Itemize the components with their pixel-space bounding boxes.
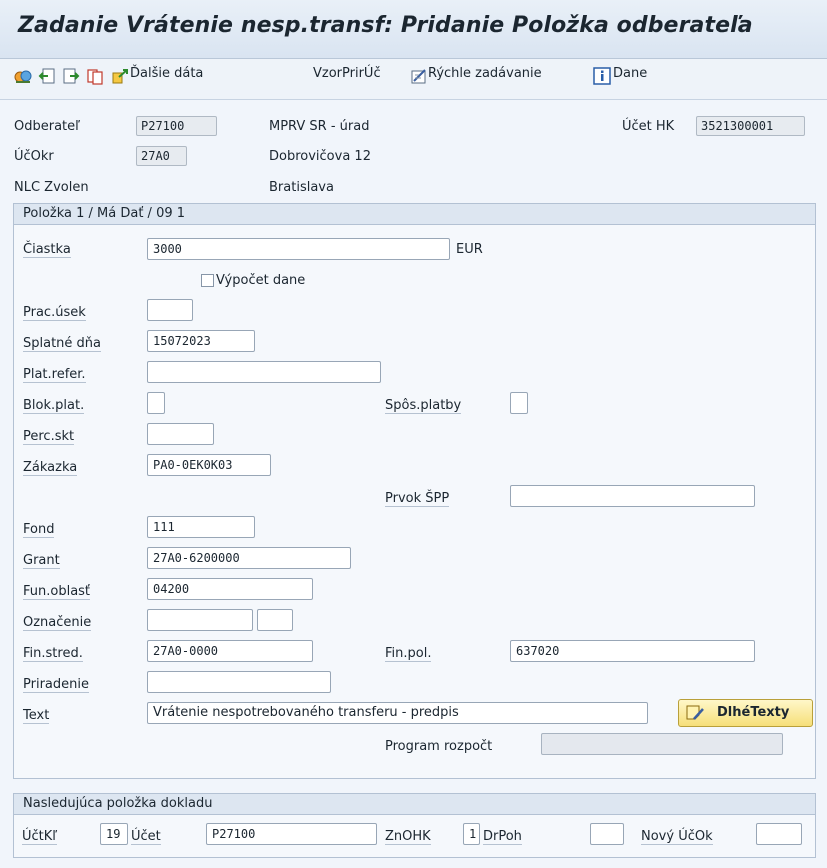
ucokr-field: 27A0 xyxy=(136,146,187,166)
perc-skt-label: Perc.skt xyxy=(23,429,75,445)
spos-platby-label: Spôs.platby xyxy=(385,398,462,414)
copy-icon[interactable] xyxy=(86,67,104,85)
vypocet-dane-label: Výpočet dane xyxy=(216,273,306,288)
odberatel-field: P27100 xyxy=(136,116,217,136)
znohk-label: ZnOHK xyxy=(385,829,431,845)
customer-name-line1: MPRV SR - úrad xyxy=(269,119,370,134)
blok-plat-label: Blok.plat. xyxy=(23,398,85,414)
ciastka-field[interactable]: 3000 xyxy=(147,238,450,260)
oznacenie-label: Označenie xyxy=(23,615,92,631)
novy-ucok-field[interactable] xyxy=(756,823,802,845)
oznacenie-field-2[interactable] xyxy=(257,609,293,631)
plat-refer-label: Plat.refer. xyxy=(23,367,86,383)
previous-icon[interactable] xyxy=(38,67,56,85)
customer-name-line2: Dobrovičova 12 xyxy=(269,149,371,164)
novy-ucok-label: Nový ÚčOk xyxy=(641,829,713,845)
drpoh-label: DrPoh xyxy=(483,829,522,845)
more-data-button[interactable]: Ďalšie dáta xyxy=(130,66,203,81)
grant-label: Grant xyxy=(23,553,60,569)
taxes-button[interactable]: Dane xyxy=(613,66,647,81)
priradenie-label: Priradenie xyxy=(23,677,89,693)
template-button[interactable]: VzorPrirÚč xyxy=(313,66,381,81)
ucet-label: Účet xyxy=(131,829,161,845)
item-group-title: Položka 1 / Má Dať / 09 1 xyxy=(13,203,816,225)
program-rozpoct-label: Program rozpočt xyxy=(385,739,493,754)
priradenie-field[interactable] xyxy=(147,671,331,693)
fin-pol-field[interactable]: 637020 xyxy=(510,640,755,662)
prac-usek-label: Prac.úsek xyxy=(23,305,86,321)
splatne-field[interactable]: 15072023 xyxy=(147,330,255,352)
ucokr-label: ÚčOkr xyxy=(14,149,54,164)
fin-stred-label: Fin.stred. xyxy=(23,646,83,662)
ucet-field[interactable]: P27100 xyxy=(206,823,377,845)
perc-skt-field[interactable] xyxy=(147,423,214,445)
zakazka-label: Zákazka xyxy=(23,460,78,476)
fin-stred-field[interactable]: 27A0-0000 xyxy=(147,640,313,662)
plat-refer-field[interactable] xyxy=(147,361,381,383)
fun-oblast-label: Fun.oblasť xyxy=(23,584,91,600)
ciastka-label: Čiastka xyxy=(23,242,71,258)
fun-oblast-field[interactable]: 04200 xyxy=(147,578,313,600)
fast-entry-button[interactable]: Rýchle zadávanie xyxy=(428,66,542,81)
prvok-spp-field[interactable] xyxy=(510,485,755,507)
spos-platby-field[interactable] xyxy=(510,392,528,414)
note-edit-icon xyxy=(686,705,704,720)
text-label: Text xyxy=(23,708,50,724)
long-texts-label: DlhéTexty xyxy=(717,705,790,720)
znohk-field[interactable]: 1 xyxy=(463,823,480,845)
zakazka-field[interactable]: PA0-0EK0K03 xyxy=(147,454,271,476)
more-data-icon[interactable] xyxy=(111,67,129,85)
grant-field[interactable]: 27A0-6200000 xyxy=(147,547,351,569)
prvok-spp-label: Prvok ŠPP xyxy=(385,491,450,507)
drpoh-field[interactable] xyxy=(590,823,624,845)
odberatel-label: Odberateľ xyxy=(14,119,81,134)
long-texts-button[interactable]: DlhéTexty xyxy=(678,699,813,727)
prac-usek-field[interactable] xyxy=(147,299,193,321)
company-label: NLC Zvolen xyxy=(14,180,89,195)
next-item-group-title: Nasledujúca položka dokladu xyxy=(13,793,816,815)
blok-plat-field[interactable] xyxy=(147,392,165,414)
text-field[interactable]: Vrátenie nespotrebovaného transferu - pr… xyxy=(147,702,648,724)
ucktl-field[interactable]: 19 xyxy=(100,823,128,845)
fast-entry-icon[interactable] xyxy=(410,67,428,85)
ucet-hk-field: 3521300001 xyxy=(696,116,805,136)
currency-label: EUR xyxy=(456,242,483,257)
ucktl-label: ÚčtKľ xyxy=(22,829,58,845)
fond-field[interactable]: 111 xyxy=(147,516,255,538)
fond-label: Fond xyxy=(23,522,55,538)
next-icon[interactable] xyxy=(62,67,80,85)
overview-icon[interactable] xyxy=(14,67,32,85)
info-icon[interactable] xyxy=(593,67,611,85)
splatne-label: Splatné dňa xyxy=(23,336,102,352)
ucet-hk-label: Účet HK xyxy=(622,119,675,134)
window-title: Zadanie Vrátenie nesp.transf: Pridanie P… xyxy=(18,13,753,38)
fin-pol-label: Fin.pol. xyxy=(385,646,432,662)
program-rozpoct-field xyxy=(541,733,783,755)
customer-name-line3: Bratislava xyxy=(269,180,334,195)
oznacenie-field[interactable] xyxy=(147,609,253,631)
vypocet-dane-checkbox[interactable] xyxy=(201,274,214,287)
